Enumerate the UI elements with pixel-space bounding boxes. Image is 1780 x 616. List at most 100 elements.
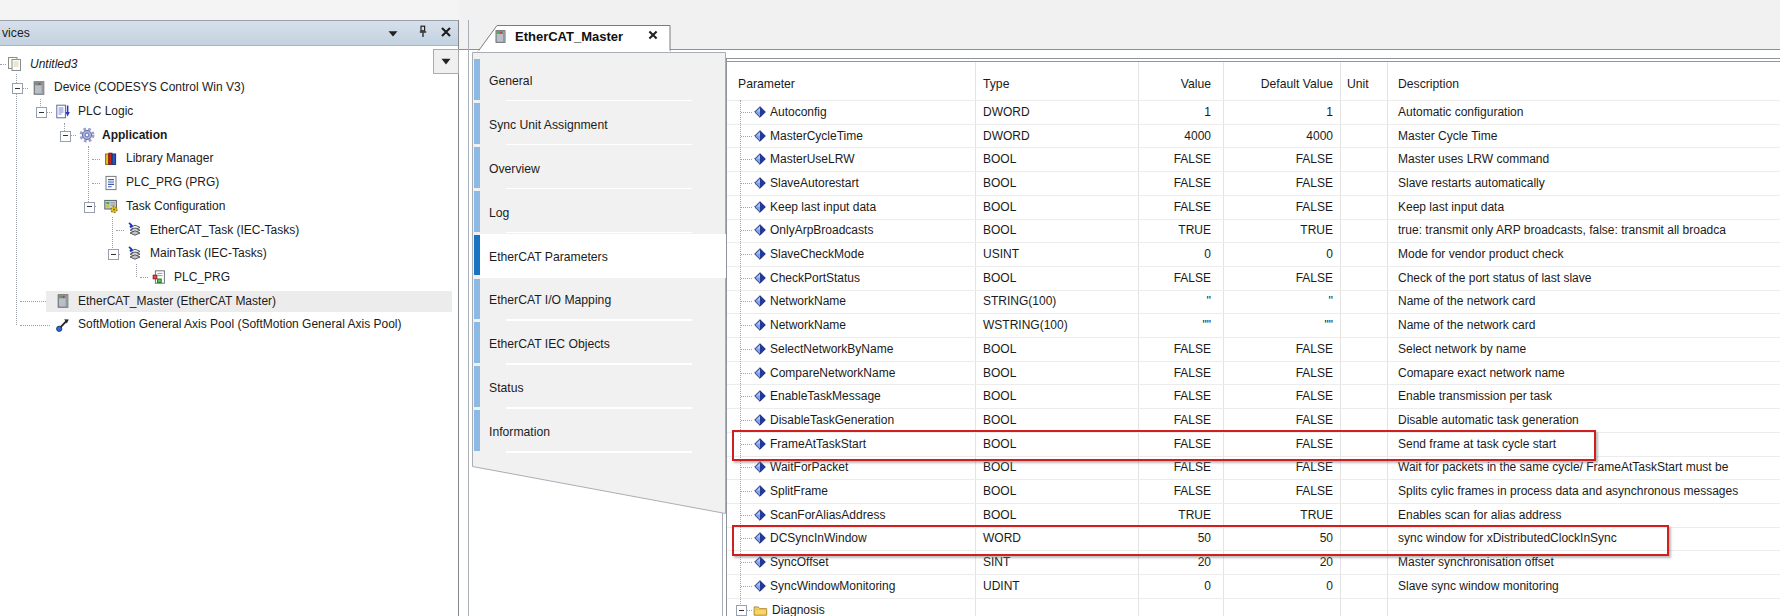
param-value[interactable]: FALSE [1100, 389, 1211, 403]
param-value[interactable]: TRUE [1100, 508, 1211, 522]
column-header-value[interactable]: Value [1100, 77, 1211, 91]
param-type: DWORD [983, 105, 1030, 119]
column-header-parameter[interactable]: Parameter [738, 77, 795, 91]
tree-expander-minus[interactable] [84, 202, 95, 213]
tree-item-label[interactable]: PLC Logic [78, 104, 133, 118]
tree-item-label[interactable]: Task Configuration [126, 199, 225, 213]
param-name[interactable]: CompareNetworkName [770, 366, 895, 380]
side-tab-status[interactable]: Status [489, 381, 524, 395]
document-tab-label: EtherCAT_Master [515, 29, 623, 44]
tree-expander-minus[interactable] [60, 131, 71, 142]
param-name[interactable]: CheckPortStatus [770, 271, 860, 285]
param-value[interactable]: TRUE [1100, 223, 1211, 237]
tree-item-icon [7, 56, 23, 72]
param-name[interactable]: SplitFrame [770, 484, 828, 498]
side-tab-sync-unit-assignment[interactable]: Sync Unit Assignment [489, 118, 608, 132]
tree-expander-minus[interactable] [12, 83, 23, 94]
table-tree-stub [741, 230, 752, 232]
param-name[interactable]: NetworkName [770, 294, 846, 308]
tree-connector [116, 230, 124, 232]
tree-item-label[interactable]: Library Manager [126, 151, 213, 165]
param-name[interactable]: MasterUseLRW [770, 152, 854, 166]
parameter-icon [754, 201, 766, 213]
highlight-box [732, 525, 1669, 556]
tree-item-label[interactable]: Untitled3 [30, 57, 77, 71]
param-name[interactable]: WaitForPacket [770, 460, 848, 474]
table-expander-minus[interactable] [736, 605, 747, 616]
param-name[interactable]: SlaveAutorestart [770, 176, 859, 190]
group-row-label[interactable]: Diagnosis [772, 603, 825, 616]
tree-expander-minus[interactable] [36, 107, 47, 118]
side-tab-divider [506, 407, 692, 409]
tree-expander-minus[interactable] [108, 249, 119, 260]
tree-item-label[interactable]: MainTask (IEC-Tasks) [150, 246, 267, 260]
param-value[interactable]: FALSE [1100, 342, 1211, 356]
param-default: "" [1233, 318, 1333, 332]
param-name[interactable]: NetworkName [770, 318, 846, 332]
side-tab-divider [506, 363, 692, 365]
side-tab-ethercat-parameters[interactable]: EtherCAT Parameters [489, 250, 608, 264]
param-name[interactable]: ScanForAliasAddress [770, 508, 885, 522]
param-value[interactable]: 1 [1100, 105, 1211, 119]
document-tab-close-icon[interactable] [647, 29, 659, 41]
param-value[interactable]: FALSE [1100, 484, 1211, 498]
param-description: Check of the port status of last slave [1398, 271, 1591, 285]
param-type: BOOL [983, 223, 1016, 237]
param-name[interactable]: EnableTaskMessage [770, 389, 881, 403]
param-value[interactable]: 20 [1100, 555, 1211, 569]
param-value[interactable]: FALSE [1100, 460, 1211, 474]
param-type: USINT [983, 247, 1019, 261]
tree-item-label[interactable]: PLC_PRG [174, 270, 230, 284]
parameters-table-inner-top [727, 61, 1780, 62]
param-value[interactable]: FALSE [1100, 366, 1211, 380]
side-tab-ethercat-i-o-mapping[interactable]: EtherCAT I/O Mapping [489, 293, 611, 307]
param-value[interactable]: FALSE [1100, 271, 1211, 285]
param-value[interactable]: FALSE [1100, 200, 1211, 214]
param-type: BOOL [983, 176, 1016, 190]
param-value[interactable]: FALSE [1100, 152, 1211, 166]
param-name[interactable]: Keep last input data [770, 200, 876, 214]
side-tab-log[interactable]: Log [489, 206, 509, 220]
tree-item-label[interactable]: SoftMotion General Axis Pool (SoftMotion… [78, 317, 402, 331]
param-value[interactable]: 0 [1100, 247, 1211, 261]
side-tab-general[interactable]: General [489, 74, 532, 88]
param-name[interactable]: SyncWindowMonitoring [770, 579, 895, 593]
tree-item-label[interactable]: PLC_PRG (PRG) [126, 175, 219, 189]
side-tab-information[interactable]: Information [489, 425, 550, 439]
tree-item-label[interactable]: Application [102, 128, 167, 142]
param-name[interactable]: Autoconfig [770, 105, 827, 119]
column-header-type[interactable]: Type [983, 77, 1009, 91]
diamond-icon [754, 153, 766, 165]
side-tab-overview[interactable]: Overview [489, 162, 540, 176]
side-tab-divider [506, 100, 692, 102]
tree-item-label[interactable]: Device (CODESYS Control Win V3) [54, 80, 245, 94]
param-name[interactable]: SlaveCheckMode [770, 247, 864, 261]
column-header-default-value[interactable]: Default Value [1233, 77, 1333, 91]
row-separator [727, 290, 1780, 291]
param-type: SINT [983, 555, 1010, 569]
param-name[interactable]: OnlyArpBroadcasts [770, 223, 873, 237]
tree-item-label[interactable]: EtherCAT_Task (IEC-Tasks) [150, 223, 299, 237]
device-icon [493, 29, 508, 44]
diamond-icon [754, 343, 766, 355]
table-tree-stub [741, 491, 752, 493]
tree-item-label[interactable]: EtherCAT_Master (EtherCAT Master) [78, 294, 276, 308]
column-header-description[interactable]: Description [1398, 77, 1459, 91]
param-value[interactable]: FALSE [1100, 176, 1211, 190]
param-name[interactable]: SyncOffset [770, 555, 828, 569]
param-value[interactable]: FALSE [1100, 413, 1211, 427]
side-tab-accent-bar [474, 366, 480, 407]
param-name[interactable]: DisableTaskGeneration [770, 413, 894, 427]
side-tab-divider [506, 451, 692, 453]
param-value[interactable]: 0 [1100, 579, 1211, 593]
param-value[interactable]: '' [1100, 294, 1211, 308]
parameter-icon [754, 461, 766, 473]
row-separator [727, 147, 1780, 148]
param-name[interactable]: MasterCycleTime [770, 129, 863, 143]
column-header-unit[interactable]: Unit [1347, 77, 1369, 91]
param-value[interactable]: "" [1100, 318, 1211, 332]
param-value[interactable]: 4000 [1100, 129, 1211, 143]
side-tab-ethercat-iec-objects[interactable]: EtherCAT IEC Objects [489, 337, 610, 351]
parameter-icon [754, 556, 766, 568]
param-name[interactable]: SelectNetworkByName [770, 342, 893, 356]
